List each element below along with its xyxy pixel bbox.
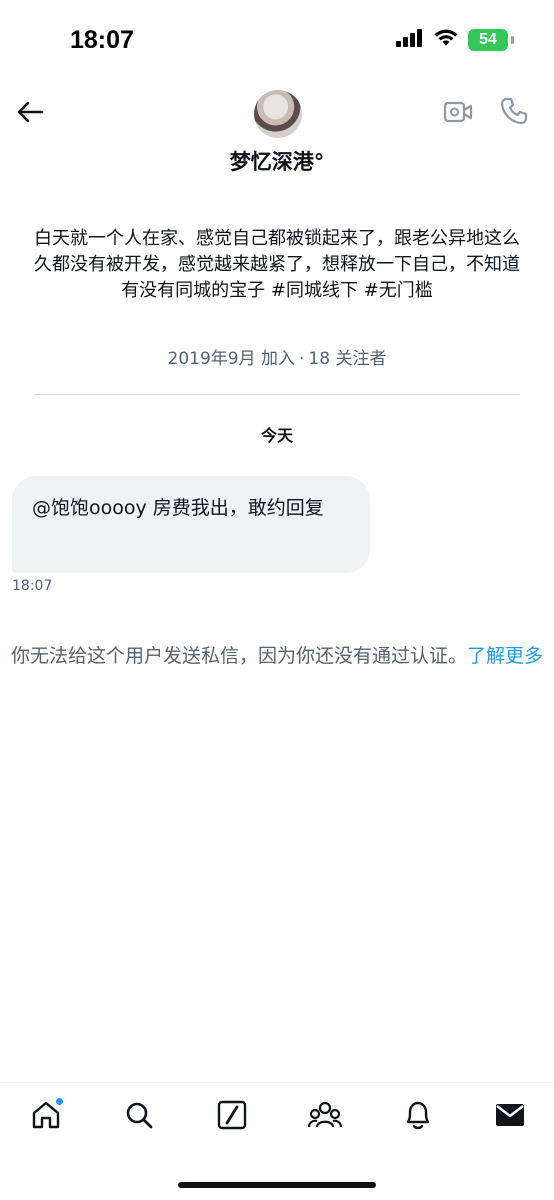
voice-call-button[interactable] [497,96,531,130]
tab-communities[interactable] [305,1097,345,1137]
envelope-icon [494,1101,526,1133]
tab-search[interactable] [119,1097,159,1137]
learn-more-link[interactable]: 了解更多 [467,645,543,667]
battery-level: 54 [479,30,497,48]
battery-icon: 54 [468,28,508,51]
bell-icon [403,1099,433,1135]
profile-bio: 白天就一个人在家、感觉自己都被锁起来了，跟老公异地这么久都没有被开发，感觉越来越… [34,228,520,301]
arrow-left-icon [16,100,44,128]
cellular-signal-icon [396,28,424,51]
status-bar: 18:07 54 [0,0,554,84]
profile-meta: 2019年9月 加入 · 18 关注者 [0,344,554,369]
meta-separator: · [299,349,305,369]
avatar[interactable] [254,90,302,138]
message-bubble[interactable]: @饱饱ooooy 房费我出，敢约回复 [12,476,370,573]
tab-home[interactable] [26,1097,66,1137]
status-icons: 54 [396,28,514,51]
message-timestamp: 18:07 [12,578,53,594]
battery-cap [511,35,514,44]
communities-icon [307,1099,343,1135]
tab-messages[interactable] [490,1097,530,1137]
grok-icon [216,1099,248,1135]
video-call-button[interactable] [442,98,474,130]
phone-icon [499,96,529,130]
wifi-icon [433,28,459,51]
status-time: 18:07 [70,26,134,54]
conversation-user-name[interactable]: 梦忆深港° [0,146,554,176]
verification-notice: 你无法给这个用户发送私信，因为你还没有通过认证。了解更多 [10,642,544,671]
joined-date: 2019年9月 加入 [167,349,296,369]
dm-conversation-screen: 18:07 54 梦忆深港° 白天就一个人在家、感觉自己都被锁起来了，跟老公异地… [0,0,554,1200]
tab-notifications[interactable] [398,1097,438,1137]
date-separator: 今天 [260,426,293,445]
notice-text: 你无法给这个用户发送私信，因为你还没有通过认证。 [10,645,467,667]
search-icon [124,1100,154,1134]
tab-grok[interactable] [212,1097,252,1137]
video-camera-icon [443,100,473,128]
followers-count[interactable]: 18 关注者 [308,349,386,369]
home-indicator [178,1182,376,1188]
unread-indicator [55,1097,64,1106]
back-button[interactable] [12,96,48,132]
conversation-header: 梦忆深港° [0,84,554,184]
divider [34,394,520,395]
